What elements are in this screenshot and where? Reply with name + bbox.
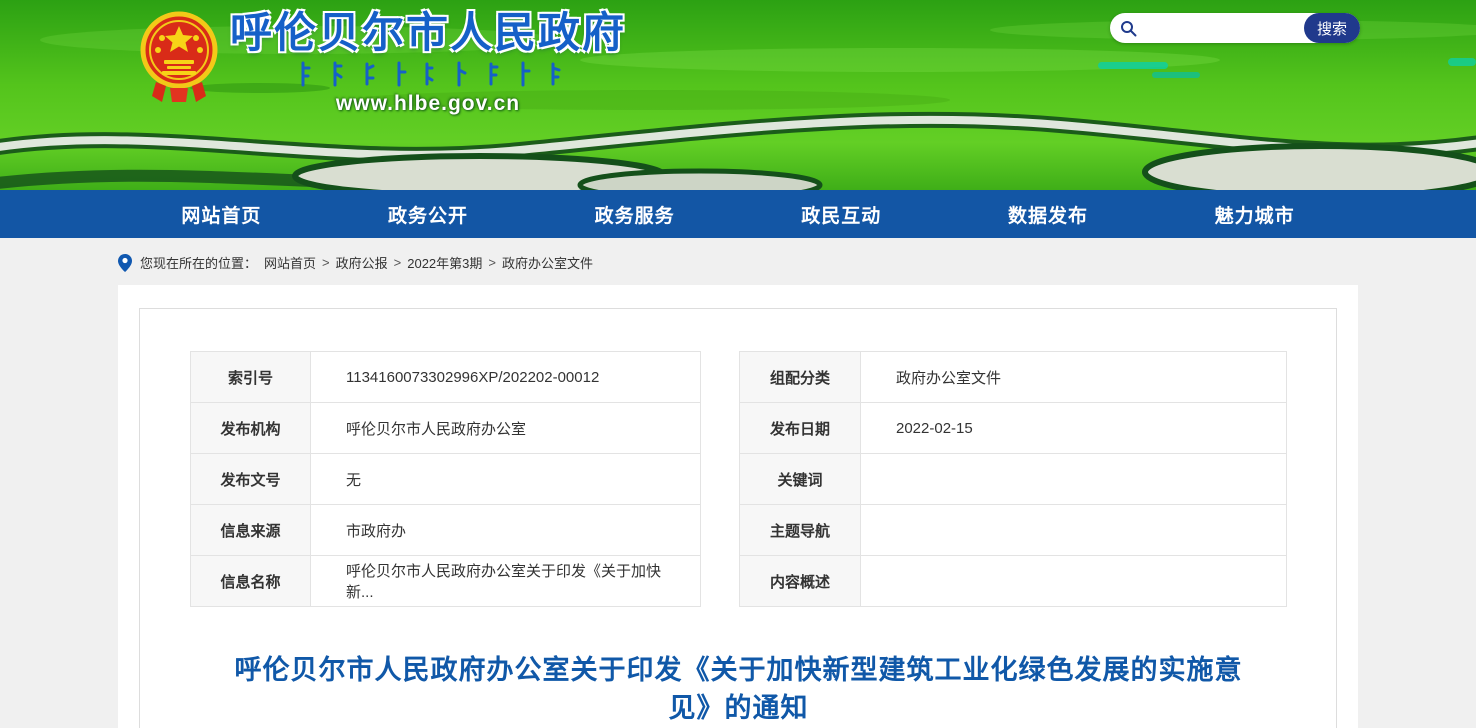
meta-label-index-number: 索引号 [191,352,311,403]
site-title: 呼伦贝尔市人民政府 [230,10,626,56]
location-pin-icon [118,254,132,272]
nav-item-gov-services[interactable]: 政务服务 [585,197,685,232]
breadcrumb-separator: > [488,255,496,270]
breadcrumb-prefix: 您现在所在的位置： [140,253,257,272]
national-emblem-icon [140,10,218,110]
meta-label-category: 组配分类 [740,352,861,403]
article-title: 呼伦贝尔市人民政府办公室关于印发《关于加快新型建筑工业化绿色发展的实施意见》的通… [234,651,1244,727]
table-row: 发布日期 2022-02-15 [740,403,1287,454]
nav-item-charming-city[interactable]: 魅力城市 [1205,197,1305,232]
meta-label-keywords: 关键词 [740,454,861,505]
meta-label-content-summary: 内容概述 [740,556,861,607]
breadcrumb-link-issue[interactable]: 2022年第3期 [407,253,482,272]
nav-item-interaction[interactable]: 政民互动 [791,197,891,232]
meta-table-right: 组配分类 政府办公室文件 发布日期 2022-02-15 关键词 主题导航 [739,351,1287,607]
meta-value-issuing-agency: 呼伦贝尔市人民政府办公室 [311,403,701,454]
meta-table-left: 索引号 1134160073302996XP/202202-00012 发布机构… [190,351,701,607]
meta-value-publish-date: 2022-02-15 [861,403,1287,454]
meta-label-document-number: 发布文号 [191,454,311,505]
breadcrumb-link-category[interactable]: 政府办公室文件 [502,253,593,272]
meta-value-info-source: 市政府办 [311,505,701,556]
search-button[interactable]: 搜索 [1304,13,1360,43]
meta-label-publish-date: 发布日期 [740,403,861,454]
table-row: 关键词 [740,454,1287,505]
meta-value-content-summary [861,556,1287,607]
site-logo[interactable]: 呼伦贝尔市人民政府 www.hlbe.gov.cn [140,10,626,116]
document-panel: 索引号 1134160073302996XP/202202-00012 发布机构… [139,308,1337,728]
breadcrumb: 您现在所在的位置： 网站首页 > 政府公报 > 2022年第3期 > 政府办公室… [118,238,1358,285]
meta-value-keywords [861,454,1287,505]
table-row: 信息名称 呼伦贝尔市人民政府办公室关于印发《关于加快新... [191,556,701,607]
search-icon [1120,20,1137,37]
table-row: 发布机构 呼伦贝尔市人民政府办公室 [191,403,701,454]
table-row: 组配分类 政府办公室文件 [740,352,1287,403]
meta-value-category: 政府办公室文件 [861,352,1287,403]
table-row: 内容概述 [740,556,1287,607]
content-card: 索引号 1134160073302996XP/202202-00012 发布机构… [118,285,1358,728]
mongolian-script [293,60,563,88]
nav-item-home[interactable]: 网站首页 [171,197,271,232]
meta-label-topic-navigation: 主题导航 [740,505,861,556]
table-row: 索引号 1134160073302996XP/202202-00012 [191,352,701,403]
nav-item-data-release[interactable]: 数据发布 [998,197,1098,232]
document-meta-table: 索引号 1134160073302996XP/202202-00012 发布机构… [190,351,1287,607]
site-url: www.hlbe.gov.cn [336,92,520,116]
table-row: 主题导航 [740,505,1287,556]
meta-label-issuing-agency: 发布机构 [191,403,311,454]
breadcrumb-link-gazette[interactable]: 政府公报 [336,253,388,272]
search-bar: 搜索 [1110,13,1360,43]
breadcrumb-separator: > [322,255,330,270]
meta-label-info-name: 信息名称 [191,556,311,607]
meta-value-topic-navigation [861,505,1287,556]
breadcrumb-link-home[interactable]: 网站首页 [264,253,316,272]
search-input[interactable] [1143,13,1304,43]
meta-value-index-number: 1134160073302996XP/202202-00012 [311,352,701,403]
table-row: 发布文号 无 [191,454,701,505]
table-row: 信息来源 市政府办 [191,505,701,556]
breadcrumb-separator: > [394,255,402,270]
nav-item-gov-affairs[interactable]: 政务公开 [378,197,478,232]
meta-value-info-name: 呼伦贝尔市人民政府办公室关于印发《关于加快新... [311,556,701,607]
meta-value-document-number: 无 [311,454,701,505]
main-navbar: 网站首页 政务公开 政务服务 政民互动 数据发布 魅力城市 [0,190,1476,238]
meta-label-info-source: 信息来源 [191,505,311,556]
site-banner: 呼伦贝尔市人民政府 www.hlbe.gov.cn [0,0,1476,190]
